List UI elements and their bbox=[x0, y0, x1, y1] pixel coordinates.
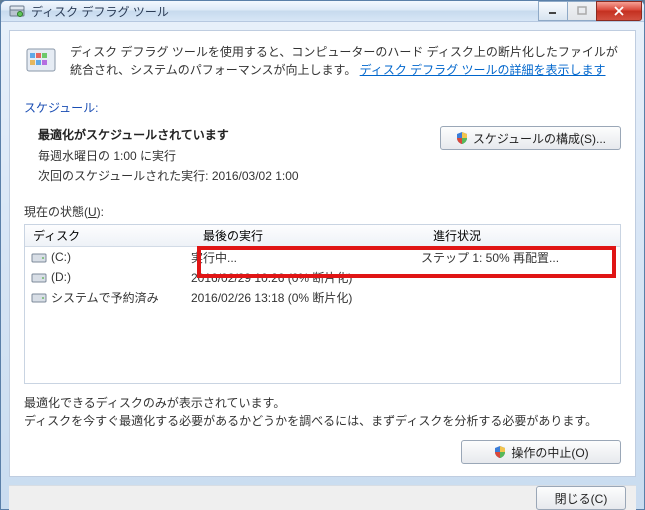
minimize-button[interactable] bbox=[538, 1, 568, 21]
close-dialog-label: 閉じる(C) bbox=[555, 490, 608, 507]
schedule-frequency: 毎週水曜日の 1:00 に実行 bbox=[38, 147, 440, 165]
details-link[interactable]: ディスク デフラグ ツールの詳細を表示します bbox=[360, 63, 606, 77]
stop-operation-label: 操作の中止(O) bbox=[511, 444, 588, 461]
app-icon bbox=[9, 3, 25, 19]
close-button[interactable] bbox=[596, 1, 642, 21]
disk-name: システムで予約済み bbox=[51, 289, 191, 306]
last-run: 2016/02/29 10:26 (0% 断片化) bbox=[191, 269, 421, 286]
status-label: 現在の状態(U): bbox=[24, 203, 621, 220]
maximize-button bbox=[567, 1, 597, 21]
window-title: ディスク デフラグ ツール bbox=[31, 3, 539, 20]
hint-line-1: 最適化できるディスクのみが表示されています。 bbox=[24, 394, 621, 412]
disk-name: (C:) bbox=[51, 250, 191, 264]
drive-icon bbox=[31, 269, 47, 285]
header-disk[interactable]: ディスク bbox=[25, 227, 195, 244]
progress: ステップ 1: 50% 再配置... bbox=[421, 249, 620, 266]
schedule-section-label: スケジュール: bbox=[24, 99, 621, 116]
schedule-next-run: 次回のスケジュールされた実行: 2016/03/02 1:00 bbox=[38, 167, 440, 185]
intro-text: ディスク デフラグ ツールを使用すると、コンピューターのハード ディスク上の断片… bbox=[70, 43, 621, 79]
defrag-icon bbox=[24, 43, 60, 79]
table-row[interactable]: (C:) 実行中... ステップ 1: 50% 再配置... bbox=[25, 247, 620, 267]
content-area: ディスク デフラグ ツールを使用すると、コンピューターのハード ディスク上の断片… bbox=[9, 30, 636, 477]
footer: 閉じる(C) bbox=[9, 485, 636, 510]
schedule-info: 最適化がスケジュールされています 毎週水曜日の 1:00 に実行 次回のスケジュ… bbox=[38, 126, 440, 187]
titlebar: ディスク デフラグ ツール bbox=[1, 1, 644, 22]
last-run: 実行中... bbox=[191, 249, 421, 266]
last-run: 2016/02/26 13:18 (0% 断片化) bbox=[191, 289, 421, 306]
schedule-title: 最適化がスケジュールされています bbox=[38, 126, 440, 143]
drive-icon bbox=[31, 249, 47, 265]
window-frame: ディスク デフラグ ツール bbox=[0, 0, 645, 510]
table-row[interactable]: (D:) 2016/02/29 10:26 (0% 断片化) bbox=[25, 267, 620, 287]
window-buttons bbox=[539, 1, 642, 21]
hint-line-2: ディスクを今すぐ最適化する必要があるかどうかを調べるには、まずディスクを分析する… bbox=[24, 412, 621, 430]
intro-section: ディスク デフラグ ツールを使用すると、コンピューターのハード ディスク上の断片… bbox=[24, 43, 621, 79]
disk-name: (D:) bbox=[51, 270, 191, 284]
hint-text: 最適化できるディスクのみが表示されています。 ディスクを今すぐ最適化する必要があ… bbox=[24, 394, 621, 430]
disk-list[interactable]: ディスク 最後の実行 進行状況 (C:) 実行中... ステップ 1: 50% … bbox=[24, 224, 621, 384]
shield-icon bbox=[493, 445, 507, 459]
drive-icon bbox=[31, 289, 47, 305]
header-progress[interactable]: 進行状況 bbox=[425, 227, 620, 244]
schedule-box: 最適化がスケジュールされています 毎週水曜日の 1:00 に実行 次回のスケジュ… bbox=[24, 122, 621, 197]
configure-schedule-button[interactable]: スケジュールの構成(S)... bbox=[440, 126, 621, 150]
action-row: 操作の中止(O) bbox=[24, 440, 621, 464]
table-row[interactable]: システムで予約済み 2016/02/26 13:18 (0% 断片化) bbox=[25, 287, 620, 307]
configure-schedule-label: スケジュールの構成(S)... bbox=[473, 130, 606, 147]
list-header: ディスク 最後の実行 進行状況 bbox=[25, 225, 620, 247]
stop-operation-button[interactable]: 操作の中止(O) bbox=[461, 440, 621, 464]
close-dialog-button[interactable]: 閉じる(C) bbox=[536, 486, 626, 510]
shield-icon bbox=[455, 131, 469, 145]
header-last-run[interactable]: 最後の実行 bbox=[195, 227, 425, 244]
